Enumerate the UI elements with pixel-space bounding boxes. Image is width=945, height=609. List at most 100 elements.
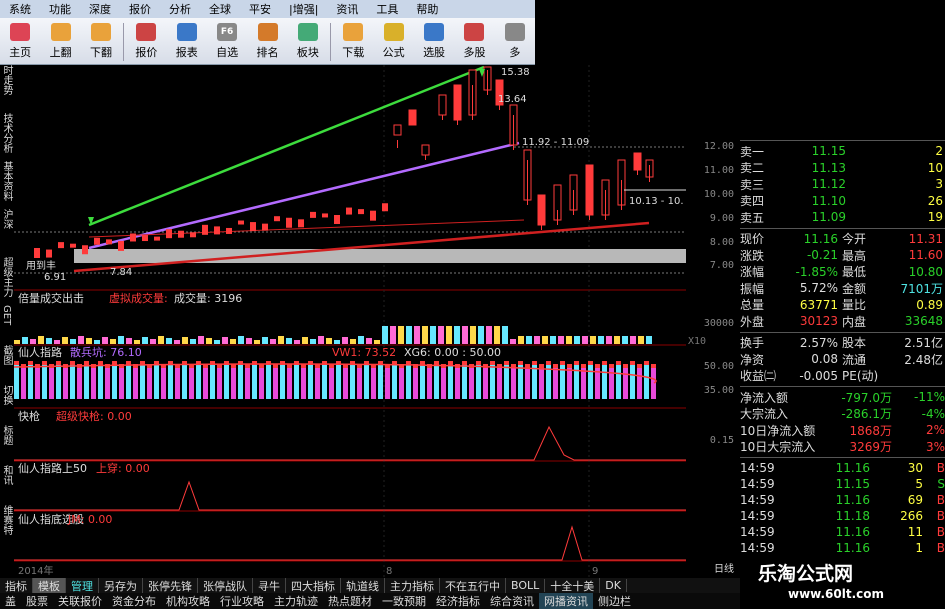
left-tab[interactable]: GET xyxy=(0,305,12,345)
indicator-bar xyxy=(168,365,173,399)
toolbar-button-0[interactable]: 主页 xyxy=(0,20,40,64)
candle xyxy=(262,223,268,231)
toolbar-label: 板块 xyxy=(296,46,319,59)
menu-item[interactable]: 系统 xyxy=(0,1,40,17)
kline-chart[interactable]: 用到丰 7.84 6.91 15.38 13.64 11.92 - 11.09 … xyxy=(14,65,686,578)
volume-bar xyxy=(390,326,396,344)
ob-price: 11.15 xyxy=(811,144,846,159)
left-tab[interactable]: 技术分析 xyxy=(0,113,12,161)
menu-item[interactable]: 功能 xyxy=(40,1,80,17)
stat-value: 0.08 xyxy=(811,352,838,367)
tick-time: 14:59 xyxy=(740,461,775,475)
flow-value: -286.1万 xyxy=(841,407,892,422)
indicator-bar xyxy=(301,368,306,399)
toolbar-button-4[interactable]: 报表 xyxy=(167,20,207,64)
toolbar-button-7[interactable]: 板块 xyxy=(288,20,328,64)
volume-title: 倍量成交出击 xyxy=(18,291,84,305)
toolbar-button-3[interactable]: 报价 xyxy=(126,20,166,64)
left-tab[interactable]: 切换 xyxy=(0,385,12,425)
menu-item[interactable]: 工具 xyxy=(367,1,407,17)
indicator-tab[interactable]: 指标 xyxy=(0,577,33,594)
bottom-tab[interactable]: 盖 xyxy=(0,593,21,609)
indicator-cap xyxy=(525,364,530,368)
indicator-tab[interactable]: 寻牛 xyxy=(253,577,286,594)
indicator-cap xyxy=(574,361,579,365)
volume-bar xyxy=(550,336,556,344)
toolbar-button-5[interactable]: F6 自选 xyxy=(207,20,247,64)
ind4-value: JM: 0.00 xyxy=(67,513,112,526)
indicator-tab[interactable]: 张停战队 xyxy=(198,577,253,594)
axis-tick-label: 8.00 xyxy=(709,237,734,248)
ob-volume: 3 xyxy=(935,177,943,192)
toolbar-button-6[interactable]: 排名 xyxy=(247,20,287,64)
indicator-bar xyxy=(42,365,47,399)
toolbar-button-9[interactable]: 公式 xyxy=(373,20,413,64)
indicator-tab[interactable]: 模板 xyxy=(33,577,66,594)
volume-bar xyxy=(534,336,540,344)
stat-key2: PE(动) xyxy=(842,369,879,384)
candle xyxy=(408,109,417,126)
stat-value: 30123 xyxy=(799,314,838,329)
left-tab[interactable]: 维赛特 xyxy=(0,505,12,545)
menu-item[interactable]: 分析 xyxy=(160,1,200,17)
toolbar-button-10[interactable]: 选股 xyxy=(414,20,454,64)
menu-item[interactable]: |增强| xyxy=(280,1,327,17)
bottom-tab[interactable]: 网播资讯 xyxy=(539,593,593,609)
indicator-tab[interactable]: 另存为 xyxy=(99,577,143,594)
left-tab[interactable]: 和讯 xyxy=(0,465,12,505)
bottom-tab[interactable]: 侧边栏 xyxy=(593,593,636,609)
left-tab[interactable]: 基本资料 xyxy=(0,161,12,209)
indicator-tab[interactable]: 张停先锋 xyxy=(143,577,198,594)
indicator-tab[interactable]: 管理 xyxy=(66,577,99,594)
menu-item[interactable]: 资讯 xyxy=(327,1,367,17)
bottom-tab[interactable]: 机构攻略 xyxy=(161,593,215,609)
bottom-tab[interactable]: 综合资讯 xyxy=(485,593,539,609)
tick-price: 11.16 xyxy=(835,493,870,507)
ind1-sanbing: 散兵坑: 76.10 xyxy=(70,345,142,359)
indicator-tab[interactable]: BOLL xyxy=(506,579,546,592)
f6-icon: F6 xyxy=(217,23,238,41)
menu-item[interactable]: 深度 xyxy=(80,1,120,17)
menu-item[interactable]: 全球 xyxy=(200,1,240,17)
indicator-cap xyxy=(448,361,453,365)
stat-key: 涨幅 xyxy=(740,265,765,280)
bottom-tab[interactable]: 股票 xyxy=(21,593,53,609)
left-tab[interactable]: 时走势 xyxy=(0,65,12,113)
bottom-tab[interactable]: 一致预期 xyxy=(377,593,431,609)
left-tab[interactable]: 截图 xyxy=(0,345,12,385)
indicator-tab[interactable]: 轨道线 xyxy=(341,577,385,594)
menu-item[interactable]: 报价 xyxy=(120,1,160,17)
indicator-tab[interactable]: 主力指标 xyxy=(385,577,440,594)
bottom-tab[interactable]: 关联报价 xyxy=(53,593,107,609)
indicator-tab[interactable]: 十全十美 xyxy=(545,577,601,594)
left-tab[interactable]: 标题 xyxy=(0,425,12,465)
bottom-tab[interactable]: 热点题材 xyxy=(323,593,377,609)
tick-volume: 266 xyxy=(900,509,923,523)
toolbar-label: 公式 xyxy=(382,46,405,59)
axis-tick-label: 50.00 xyxy=(703,361,734,372)
stat-key2: 量比 xyxy=(842,298,867,313)
left-tab[interactable]: 超级主力 xyxy=(0,257,12,305)
candle xyxy=(178,230,184,238)
bottom-tab[interactable]: 经济指标 xyxy=(431,593,485,609)
menu-item[interactable]: 帮助 xyxy=(407,1,447,17)
volume-bar xyxy=(78,336,84,344)
bottom-tab[interactable]: 主力轨迹 xyxy=(269,593,323,609)
toolbar-button-2[interactable]: 下翻 xyxy=(81,20,121,64)
indicator-bar xyxy=(364,365,369,399)
left-tab[interactable]: 沪深 xyxy=(0,209,12,257)
bottom-tab[interactable]: 行业攻略 xyxy=(215,593,269,609)
indicator-tab[interactable]: DK xyxy=(600,579,627,592)
indicator-tab[interactable]: 不在五行中 xyxy=(440,577,506,594)
menu-item[interactable]: 平安 xyxy=(240,1,280,17)
indicator-cap xyxy=(42,361,47,365)
toolbar-button-1[interactable]: 上翻 xyxy=(40,20,80,64)
flow-pct: -4% xyxy=(921,406,945,421)
indicator-tab[interactable]: 四大指标 xyxy=(286,577,341,594)
toolbar-button-11[interactable]: 多股 xyxy=(454,20,494,64)
bottom-tab[interactable]: 资金分布 xyxy=(107,593,161,609)
toolbar-button-12[interactable]: 多 xyxy=(495,20,535,64)
toolbar-button-8[interactable]: 下载 xyxy=(333,20,373,64)
indicator-bar xyxy=(490,365,495,399)
stat-value2: 11.60 xyxy=(908,248,943,263)
